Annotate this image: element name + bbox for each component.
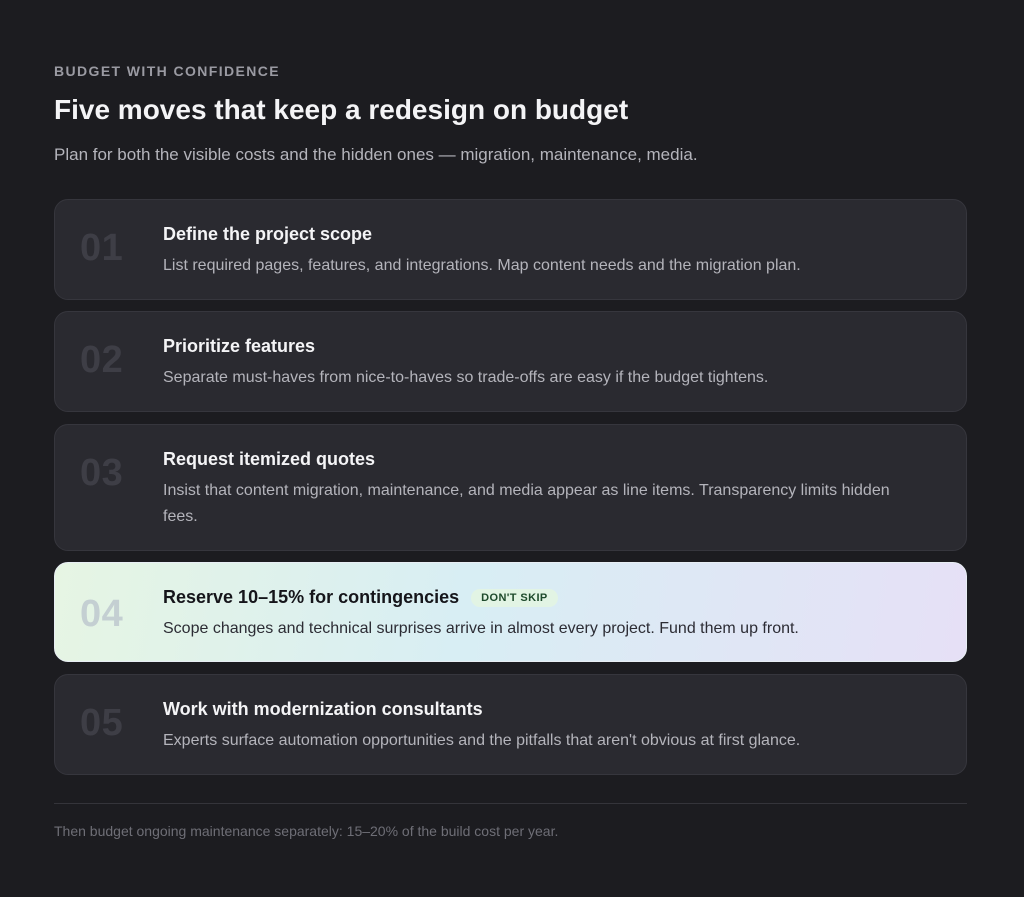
step-title: Work with modernization consultants [163, 699, 483, 719]
step-description: Experts surface automation opportunities… [163, 732, 801, 749]
step-card-1: 01 Define the project scope List require… [54, 199, 967, 300]
step-description: List required pages, features, and integ… [163, 257, 801, 274]
footer-divider [54, 803, 967, 804]
step-number: 03 [80, 452, 124, 494]
step-description: Insist that content migration, maintenan… [163, 482, 890, 525]
step-card-2: 02 Prioritize features Separate must-hav… [54, 311, 967, 412]
step-description: Scope changes and technical surprises ar… [163, 620, 799, 637]
step-number: 04 [80, 593, 124, 635]
step-card-4: 04 Reserve 10–15% for contingencies DON'… [54, 562, 967, 662]
step-number: 05 [80, 702, 124, 744]
step-description: Separate must-haves from nice-to-haves s… [163, 369, 769, 386]
step-title: Prioritize features [163, 336, 316, 356]
step-title: Request itemized quotes [163, 449, 376, 469]
eyebrow-label: BUDGET WITH CONFIDENCE [54, 63, 281, 79]
step-card-5: 05 Work with modernization consultants E… [54, 674, 967, 775]
step-title: Define the project scope [163, 224, 373, 244]
page-subtitle: Plan for both the visible costs and the … [54, 145, 698, 164]
page-title: Five moves that keep a redesign on budge… [54, 94, 629, 125]
step-number: 01 [80, 227, 124, 269]
step-title: Reserve 10–15% for contingencies [163, 587, 460, 607]
dont-skip-badge: DON'T SKIP [471, 588, 558, 607]
step-card-3: 03 Request itemized quotes Insist that c… [54, 424, 967, 551]
footer-note: Then budget ongoing maintenance separate… [54, 823, 559, 839]
step-number: 02 [80, 339, 124, 381]
